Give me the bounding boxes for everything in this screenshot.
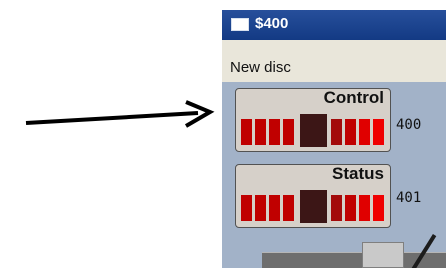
- led: [241, 119, 252, 145]
- status-indicator: Status: [235, 164, 391, 228]
- led: [359, 119, 370, 145]
- led: [255, 195, 266, 221]
- led-center: [300, 114, 327, 147]
- status-label: Status: [332, 164, 384, 183]
- led: [269, 119, 280, 145]
- led-center: [300, 190, 327, 223]
- led: [241, 195, 252, 221]
- led: [373, 119, 384, 145]
- control-indicator: Control: [235, 88, 391, 152]
- control-value: 400: [396, 117, 422, 133]
- window-title: $400: [255, 15, 289, 32]
- control-led-bar: [241, 114, 387, 147]
- window-icon: [231, 18, 249, 31]
- led: [283, 119, 294, 145]
- led: [331, 119, 342, 145]
- telescope-body: [362, 242, 404, 268]
- menu-item-new-disc[interactable]: New disc: [230, 59, 291, 76]
- led: [331, 195, 342, 221]
- content-area: Control 400 Status 401: [222, 82, 446, 268]
- app-window: $400 New disc Control 400 Status 401: [222, 10, 446, 268]
- status-value: 401: [396, 190, 422, 206]
- menu-bar: New disc: [222, 40, 446, 82]
- led: [373, 195, 384, 221]
- status-led-bar: [241, 190, 387, 223]
- led: [255, 119, 266, 145]
- led: [345, 195, 356, 221]
- arrow-icon: [25, 100, 215, 128]
- led: [283, 195, 294, 221]
- led: [269, 195, 280, 221]
- control-label: Control: [323, 88, 384, 107]
- led: [345, 119, 356, 145]
- led: [359, 195, 370, 221]
- titlebar[interactable]: $400: [222, 10, 446, 40]
